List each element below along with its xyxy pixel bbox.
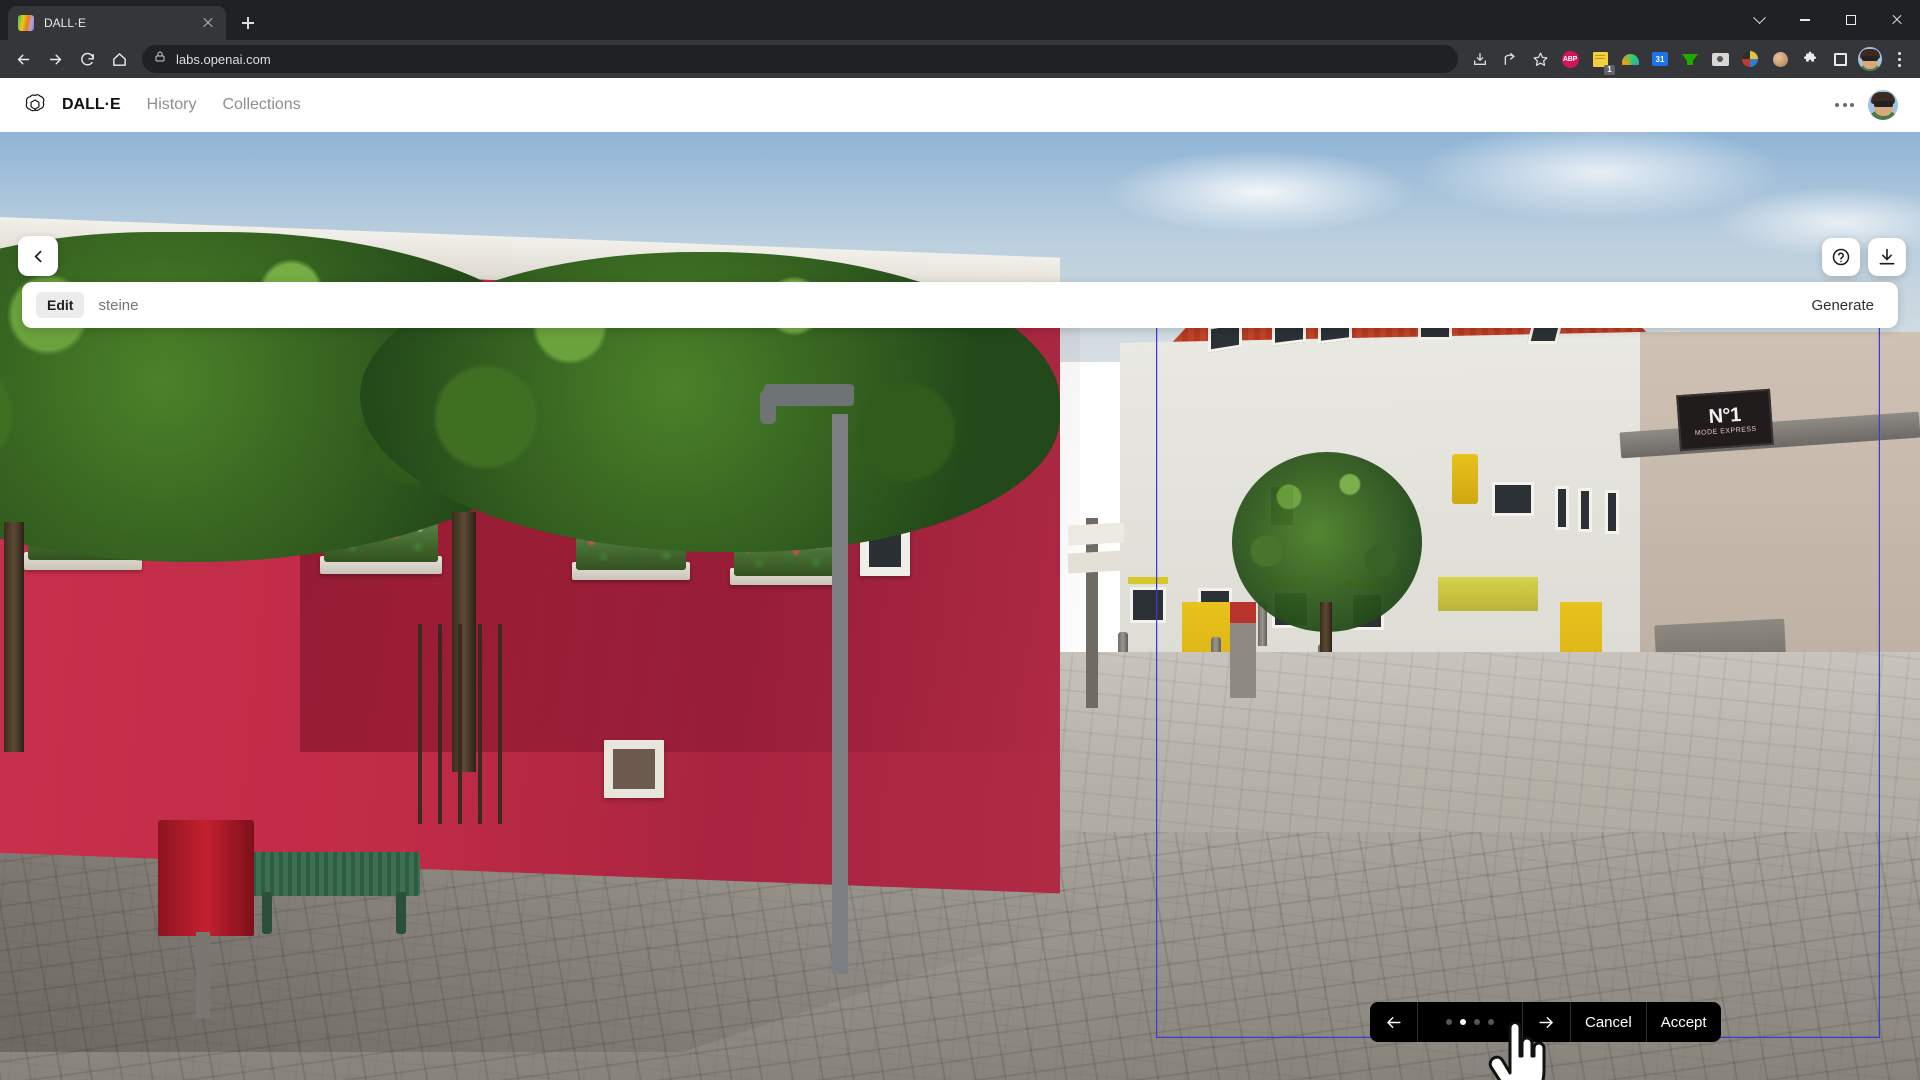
- openai-logo: [25, 94, 45, 112]
- edit-mode-pill[interactable]: Edit: [36, 292, 85, 318]
- browser-window: DALL·E labs.openai.com ABP 1 31 DALL·E H…: [0, 0, 1920, 1080]
- app-header: DALL·E History Collections: [0, 78, 1920, 132]
- prompt-input[interactable]: [98, 296, 1802, 314]
- tree-trunk: [4, 522, 24, 752]
- street-sign: [1067, 522, 1125, 546]
- adblock-plus-icon[interactable]: ABP: [1556, 45, 1584, 73]
- plus-icon[interactable]: [234, 9, 262, 37]
- arrow-left-icon: [1387, 1016, 1401, 1028]
- peach-circle-icon[interactable]: [1766, 45, 1794, 73]
- browser-toolbar: labs.openai.com ABP 1 31: [0, 40, 1920, 78]
- prompt-bar: Edit Generate: [22, 282, 1898, 328]
- extension-badge: 1: [1604, 65, 1615, 75]
- nav-history[interactable]: History: [147, 96, 197, 114]
- chevron-down-icon[interactable]: [1736, 0, 1782, 40]
- dot[interactable]: [1474, 1019, 1480, 1025]
- nav-collections[interactable]: Collections: [222, 96, 300, 114]
- lock-icon: [154, 50, 166, 68]
- tab-strip: DALL·E: [0, 0, 1920, 40]
- home-icon[interactable]: [104, 44, 134, 74]
- building-door: [604, 740, 664, 798]
- tree-guard: [418, 624, 508, 824]
- street-sign: [1067, 550, 1125, 574]
- cancel-button[interactable]: Cancel: [1571, 1002, 1647, 1042]
- close-icon[interactable]: [200, 15, 216, 31]
- blue-calendar-icon[interactable]: 31: [1646, 45, 1674, 73]
- arrow-right-icon: [1539, 1016, 1553, 1028]
- browser-tab[interactable]: DALL·E: [8, 6, 226, 40]
- share-icon[interactable]: [1496, 45, 1524, 73]
- abp-label: ABP: [1561, 50, 1579, 68]
- lamp-head: [764, 384, 854, 406]
- generation-frame[interactable]: [1156, 314, 1880, 1038]
- image-canvas[interactable]: N°1 MODE EXPRESS Zum Bären 50%: [0, 132, 1920, 1080]
- street-signpost: [1086, 518, 1098, 708]
- green-download-icon[interactable]: [1676, 45, 1704, 73]
- square-app-icon[interactable]: [1826, 45, 1854, 73]
- dot[interactable]: [1488, 1019, 1494, 1025]
- close-icon[interactable]: [1874, 0, 1920, 40]
- three-dot-menu-icon[interactable]: [1886, 45, 1912, 73]
- bench-leg: [262, 892, 272, 934]
- address-bar[interactable]: labs.openai.com: [142, 45, 1458, 73]
- sticky-note-icon[interactable]: 1: [1586, 45, 1615, 75]
- bookmark-star-icon[interactable]: [1526, 45, 1554, 73]
- color-wheel-icon[interactable]: [1736, 45, 1764, 73]
- variation-dots: [1418, 1002, 1523, 1042]
- question-mark-icon: [1832, 248, 1850, 266]
- trash-bin: [158, 820, 254, 936]
- bench-leg: [396, 892, 406, 934]
- next-variation-button[interactable]: [1523, 1002, 1571, 1042]
- url-text: labs.openai.com: [176, 51, 271, 67]
- park-bench: [252, 852, 420, 896]
- header-right: [1835, 90, 1898, 120]
- generate-button[interactable]: Generate: [1801, 291, 1884, 320]
- profile-avatar[interactable]: [1856, 45, 1884, 73]
- reload-icon[interactable]: [72, 44, 102, 74]
- forward-arrow-icon[interactable]: [40, 44, 70, 74]
- three-dot-icon[interactable]: [1835, 103, 1854, 107]
- help-button[interactable]: [1822, 238, 1860, 276]
- lamp-post: [832, 414, 848, 974]
- back-button[interactable]: [18, 236, 58, 276]
- color-picker-icon[interactable]: [1616, 45, 1644, 73]
- page-content: DALL·E History Collections N°1 MODE EXPR…: [0, 78, 1920, 1080]
- prev-variation-button[interactable]: [1370, 1002, 1418, 1042]
- dalle-favicon: [18, 15, 34, 31]
- dot-active[interactable]: [1460, 1019, 1466, 1025]
- user-avatar[interactable]: [1868, 90, 1898, 120]
- dot[interactable]: [1446, 1019, 1452, 1025]
- calendar-number: 31: [1652, 52, 1668, 66]
- chevron-left-icon: [34, 250, 41, 262]
- minimize-icon[interactable]: [1782, 0, 1828, 40]
- variation-action-bar: Cancel Accept: [1370, 1002, 1721, 1042]
- bin-post: [196, 932, 210, 1018]
- download-button[interactable]: [1868, 238, 1906, 276]
- download-icon: [1879, 248, 1895, 265]
- install-icon[interactable]: [1466, 45, 1494, 73]
- lamp-arm: [760, 390, 776, 424]
- screenshot-camera-icon[interactable]: [1706, 45, 1734, 73]
- accept-button[interactable]: Accept: [1647, 1002, 1721, 1042]
- nav-dalle[interactable]: DALL·E: [62, 96, 121, 114]
- tab-title: DALL·E: [44, 16, 87, 30]
- puzzle-extensions-icon[interactable]: [1796, 45, 1824, 73]
- back-arrow-icon[interactable]: [8, 44, 38, 74]
- window-controls: [1736, 0, 1920, 40]
- maximize-icon[interactable]: [1828, 0, 1874, 40]
